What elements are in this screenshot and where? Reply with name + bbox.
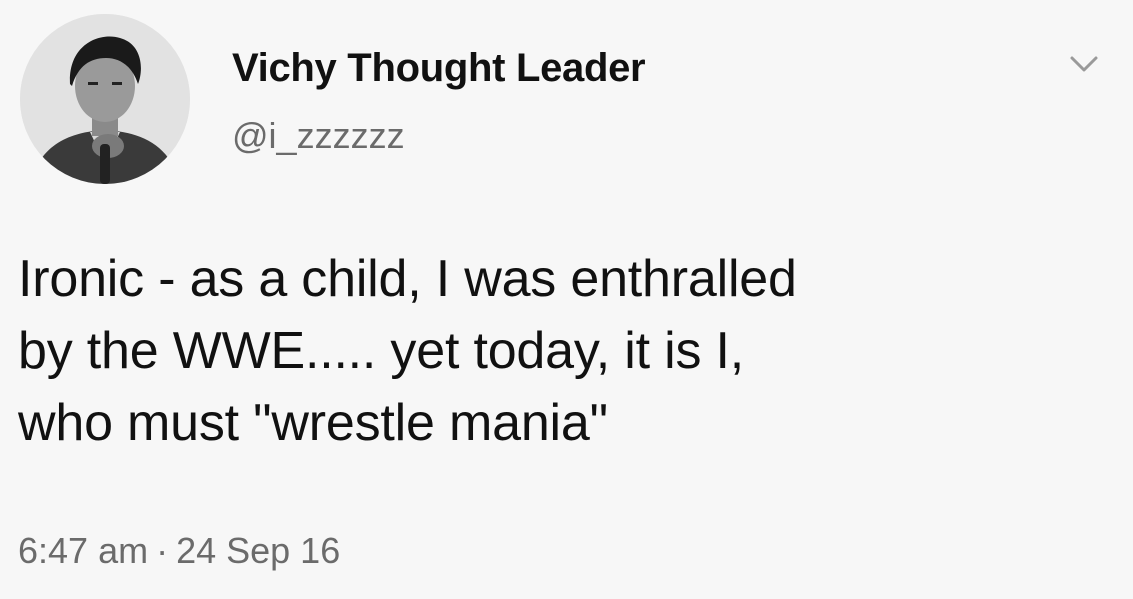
avatar[interactable]: [20, 14, 190, 184]
author-display-name[interactable]: Vichy Thought Leader: [232, 46, 646, 91]
timestamp-separator: ·: [156, 530, 169, 571]
tweet-timestamp[interactable]: 6:47 am · 24 Sep 16: [18, 530, 340, 572]
avatar-photo-icon: [20, 14, 190, 184]
tweet-time: 6:47 am: [18, 530, 149, 571]
chevron-down-icon[interactable]: [1064, 50, 1104, 80]
author-handle[interactable]: @i_zzzzzz: [232, 115, 405, 157]
tweet-text: Ironic - as a child, I was enthralled by…: [18, 250, 797, 452]
tweet-card: Vichy Thought Leader @i_zzzzzz Ironic - …: [0, 0, 1133, 599]
tweet-date: 24 Sep 16: [176, 530, 341, 571]
